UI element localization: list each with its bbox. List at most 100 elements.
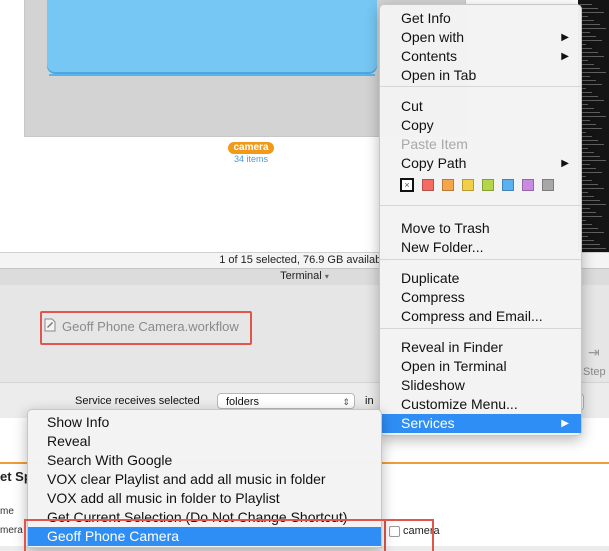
menu-item-new-folder[interactable]: New Folder... xyxy=(380,238,581,257)
terminal-text-line xyxy=(580,248,606,249)
menu-separator xyxy=(380,328,581,329)
tag-color-swatch[interactable] xyxy=(522,179,534,191)
menu-item-label: Move to Trash xyxy=(401,220,490,236)
select-arrows-icon: ⇕ xyxy=(342,397,350,407)
terminal-text-line xyxy=(580,84,602,85)
service-item-vox-add-all-music-in-folder-to-playlist[interactable]: VOX add all music in folder to Playlist xyxy=(28,489,381,508)
menu-item-label: Paste Item xyxy=(401,136,468,152)
menu-item-label: New Folder... xyxy=(401,239,484,255)
terminal-window-strip xyxy=(578,0,609,252)
terminal-text-line xyxy=(580,156,600,157)
table-row-label: me xyxy=(0,506,14,517)
menu-item-compress[interactable]: Compress xyxy=(380,288,581,307)
terminal-text-line xyxy=(580,68,600,69)
tag-color-swatch[interactable] xyxy=(542,179,554,191)
terminal-text-line xyxy=(580,168,596,169)
menu-item-services[interactable]: Services ▶ xyxy=(380,414,581,433)
service-item-search-with-google[interactable]: Search With Google xyxy=(28,451,381,470)
terminal-text-line xyxy=(580,4,592,5)
submenu-arrow-icon: ▶ xyxy=(561,51,569,62)
service-input-type-select[interactable]: folders ⇕ xyxy=(217,393,355,409)
terminal-text-line xyxy=(580,72,606,73)
service-item-reveal[interactable]: Reveal xyxy=(28,432,381,451)
tag-color-swatch[interactable] xyxy=(462,179,474,191)
service-in-label: in xyxy=(365,395,374,407)
submenu-arrow-icon: ▶ xyxy=(561,158,569,169)
menu-item-label: Copy xyxy=(401,117,434,133)
menu-item-paste-item[interactable]: Paste Item xyxy=(380,135,581,154)
menu-item-duplicate[interactable]: Duplicate xyxy=(380,269,581,288)
terminal-text-line xyxy=(580,172,602,173)
terminal-text-line xyxy=(580,216,602,217)
terminal-text-line xyxy=(580,28,606,29)
menu-item-label: Customize Menu... xyxy=(401,396,518,412)
terminal-text-line xyxy=(580,52,598,53)
terminal-text-line xyxy=(580,100,604,101)
menu-item-label: Cut xyxy=(401,98,423,114)
tag-none-swatch[interactable]: × xyxy=(400,178,414,192)
terminal-text-line xyxy=(580,196,594,197)
terminal-text-line xyxy=(580,204,606,205)
terminal-text-line xyxy=(580,240,594,241)
terminal-text-line xyxy=(580,24,600,25)
terminal-text-line xyxy=(580,140,598,141)
folder-item-count: 34 items xyxy=(233,154,268,164)
menu-item-label: Get Info xyxy=(401,10,451,26)
service-item-show-info[interactable]: Show Info xyxy=(28,413,381,432)
menu-item-move-to-trash[interactable]: Move to Trash xyxy=(380,219,581,238)
step-label: Step xyxy=(583,366,606,378)
menu-item-open-in-terminal[interactable]: Open in Terminal xyxy=(380,357,581,376)
step-icon[interactable]: ⇥ xyxy=(588,344,600,361)
terminal-text-line xyxy=(580,232,604,233)
terminal-text-line xyxy=(580,152,594,153)
terminal-text-line xyxy=(580,160,606,161)
service-input-type-value: folders xyxy=(226,396,260,408)
menu-item-label: Open in Terminal xyxy=(401,358,507,374)
menu-item-cut[interactable]: Cut xyxy=(380,97,581,116)
table-row-label: mera xyxy=(0,525,23,536)
workflow-file-icon xyxy=(44,318,56,332)
folder-page-edge xyxy=(49,74,375,76)
menu-item-contents[interactable]: Contents ▶ xyxy=(380,47,581,66)
menu-item-customize-menu[interactable]: Customize Menu... xyxy=(380,395,581,414)
menu-item-compress-and-email[interactable]: Compress and Email... xyxy=(380,307,581,326)
menu-separator xyxy=(380,86,581,87)
menu-item-get-info[interactable]: Get Info xyxy=(380,9,581,28)
folder-name-badge[interactable]: camera xyxy=(228,142,274,154)
terminal-tab-label: Terminal xyxy=(280,270,322,282)
terminal-text-line xyxy=(580,12,604,13)
terminal-text-line xyxy=(580,244,600,245)
folder-icon xyxy=(47,0,377,72)
terminal-text-line xyxy=(580,96,598,97)
tag-color-swatch[interactable] xyxy=(422,179,434,191)
menu-item-slideshow[interactable]: Slideshow xyxy=(380,376,581,395)
terminal-text-line xyxy=(580,112,600,113)
menu-item-open-in-tab[interactable]: Open in Tab xyxy=(380,66,581,85)
service-item-vox-clear-playlist-and-add-all-music-in-folder[interactable]: VOX clear Playlist and add all music in … xyxy=(28,470,381,489)
menu-item-label: Services xyxy=(401,415,455,431)
terminal-text-line xyxy=(580,200,600,201)
menu-separator xyxy=(380,205,581,206)
menu-item-label: Open with xyxy=(401,29,465,45)
terminal-text-line xyxy=(580,56,604,57)
terminal-text-line xyxy=(580,188,604,189)
menu-item-reveal-in-finder[interactable]: Reveal in Finder xyxy=(380,338,581,357)
terminal-text-line xyxy=(580,108,594,109)
menu-item-label: Duplicate xyxy=(401,270,460,286)
menu-separator xyxy=(380,259,581,260)
submenu-arrow-icon: ▶ xyxy=(561,32,569,43)
workflow-name: Geoff Phone Camera.workflow xyxy=(62,319,239,334)
context-menu: Get Info Open with ▶ Contents ▶ Open in Tab Cu… xyxy=(379,4,582,436)
terminal-text-line xyxy=(580,116,606,117)
tag-color-swatch[interactable] xyxy=(502,179,514,191)
menu-item-label: Contents xyxy=(401,48,458,64)
menu-item-label: Copy Path xyxy=(401,155,467,171)
tag-color-swatch[interactable] xyxy=(482,179,494,191)
tag-color-swatch[interactable] xyxy=(442,179,454,191)
menu-item-label: Reveal in Finder xyxy=(401,339,503,355)
menu-item-copy-path[interactable]: Copy Path ▶ xyxy=(380,154,581,173)
menu-item-copy[interactable]: Copy xyxy=(380,116,581,135)
chevron-down-icon: ▾ xyxy=(324,272,329,281)
menu-item-open-with[interactable]: Open with ▶ xyxy=(380,28,581,47)
terminal-text-line xyxy=(580,124,596,125)
